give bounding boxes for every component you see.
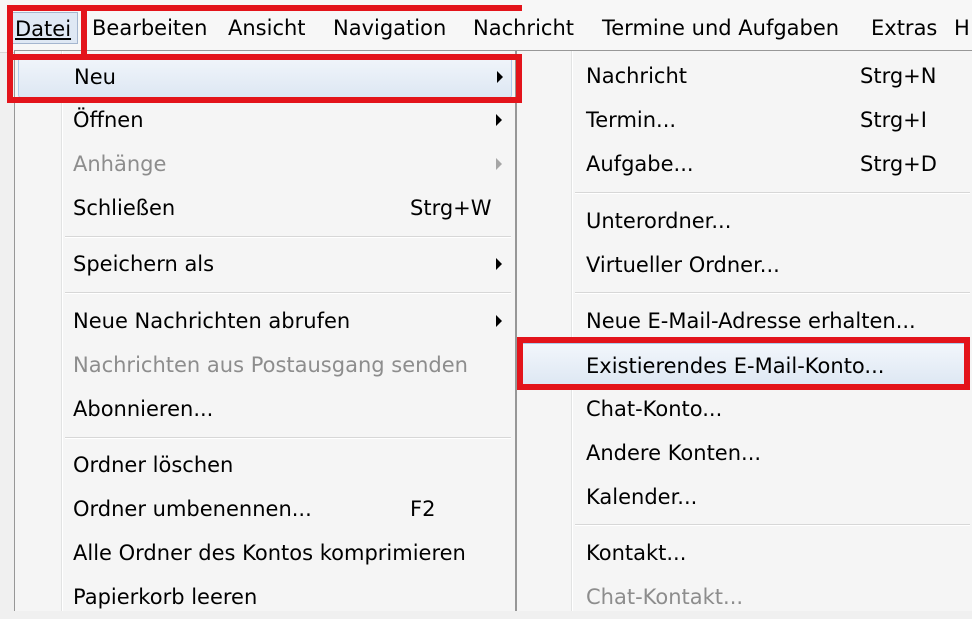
submenu-kalender[interactable]: Kalender... [520,475,970,519]
submenu-andere-konten-label: Andere Konten... [586,441,762,465]
highlight-existierendes-konto [517,337,970,390]
submenu-unterordner[interactable]: Unterordner... [520,199,970,243]
menuitem-speichern-als[interactable]: Speichern als [18,242,512,286]
submenu-virtueller-ordner[interactable]: Virtueller Ordner... [520,243,970,287]
new-submenu: Nachricht Strg+N Termin... Strg+I Aufgab… [516,50,972,611]
submenu-virtueller-ordner-label: Virtueller Ordner... [586,253,780,277]
menuitem-postausgang-senden[interactable]: Nachrichten aus Postausgang senden [18,343,512,387]
menuitem-ordner-umbenennen-label: Ordner umbenennen... [73,497,312,521]
menuitem-schliessen-label: Schließen [73,196,176,220]
menuitem-speichern-als-label: Speichern als [73,252,215,276]
submenu-unterordner-label: Unterordner... [586,209,732,233]
submenu-andere-konten[interactable]: Andere Konten... [520,431,970,475]
submenu-termin-shortcut: Strg+I [860,108,927,132]
submenu-chat-kontakt[interactable]: Chat-Kontakt... [520,575,970,619]
menuitem-neue-nachrichten-abrufen[interactable]: Neue Nachrichten abrufen [18,299,512,343]
file-menu: Neu Öffnen Anhänge Schließen Strg+W Spei… [14,50,516,611]
menuitem-ordner-umbenennen-shortcut: F2 [410,497,436,521]
separator [65,437,511,439]
submenu-kalender-label: Kalender... [586,485,698,509]
submenu-termin[interactable]: Termin... Strg+I [520,98,970,142]
menuitem-abonnieren-label: Abonnieren... [73,397,214,421]
submenu-kontakt-label: Kontakt... [586,541,687,565]
highlight-datei-neu-lower [7,54,522,103]
submenu-chat-konto[interactable]: Chat-Konto... [520,387,970,431]
menuitem-postausgang-label: Nachrichten aus Postausgang senden [73,353,468,377]
submenu-arrow-icon [496,158,502,170]
menuitem-anhaenge[interactable]: Anhänge [18,142,512,186]
submenu-kontakt[interactable]: Kontakt... [520,531,970,575]
menuitem-ordner-umbenennen[interactable]: Ordner umbenennen... F2 [18,487,512,531]
menuitem-schliessen[interactable]: Schließen Strg+W [18,186,512,230]
submenu-arrow-icon [496,114,502,126]
menuitem-oeffnen-label: Öffnen [73,108,144,132]
menuitem-komprimieren-label: Alle Ordner des Kontos komprimieren [73,541,466,565]
menu-hilfe-label: H [954,16,970,40]
menuitem-papierkorb-label: Papierkorb leeren [73,585,258,609]
submenu-termin-label: Termin... [586,108,677,132]
highlight-datei-tab [7,5,87,60]
separator [575,292,970,294]
menuitem-anhaenge-label: Anhänge [73,152,167,176]
submenu-aufgabe-shortcut: Strg+D [860,152,937,176]
separator [575,192,970,194]
separator [65,236,511,238]
separator [65,292,511,294]
menu-extras-label: Extras [871,16,938,40]
menu-termine-label: Termine und Aufgaben [602,16,840,40]
menuitem-ordner-loeschen[interactable]: Ordner löschen [18,443,512,487]
submenu-arrow-icon [496,258,502,270]
menuitem-schliessen-shortcut: Strg+W [410,196,492,220]
submenu-arrow-icon [496,315,502,327]
menuitem-abrufen-label: Neue Nachrichten abrufen [73,309,351,333]
submenu-nachricht-label: Nachricht [586,64,687,88]
submenu-chat-konto-label: Chat-Konto... [586,397,723,421]
menu-termine-und-aufgaben[interactable]: Termine und Aufgaben [602,12,839,44]
menuitem-abonnieren[interactable]: Abonnieren... [18,387,512,431]
submenu-nachricht-shortcut: Strg+N [860,64,937,88]
menuitem-papierkorb-leeren[interactable]: Papierkorb leeren [18,575,512,619]
menu-hilfe[interactable]: H [954,12,970,44]
submenu-aufgabe[interactable]: Aufgabe... Strg+D [520,142,970,186]
submenu-aufgabe-label: Aufgabe... [586,152,694,176]
menu-extras[interactable]: Extras [871,12,937,44]
menuitem-oeffnen[interactable]: Öffnen [18,98,512,142]
submenu-nachricht[interactable]: Nachricht Strg+N [520,54,970,98]
menuitem-ordner-komprimieren[interactable]: Alle Ordner des Kontos komprimieren [18,531,512,575]
separator [575,524,970,526]
submenu-chat-kontakt-label: Chat-Kontakt... [586,585,744,609]
menuitem-ordner-loeschen-label: Ordner löschen [73,453,234,477]
